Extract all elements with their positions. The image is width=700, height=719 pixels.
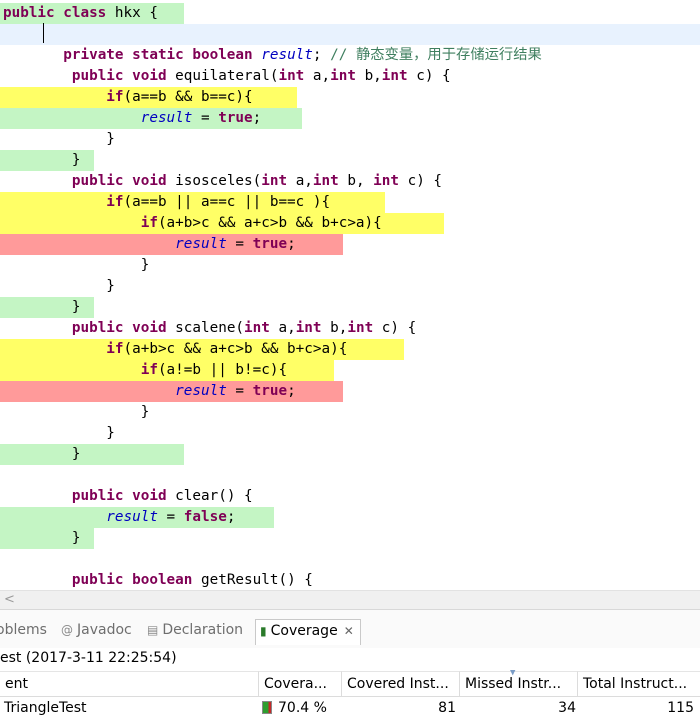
- row-element-name: TriangleTest: [4, 700, 87, 716]
- code-line[interactable]: public boolean getResult() {: [0, 570, 700, 590]
- column-header-element[interactable]: ent: [0, 671, 259, 697]
- coverage-session-label: est (2017-3-11 22:25:54): [0, 650, 177, 666]
- code-editor[interactable]: public class hkx { private static boolea…: [0, 0, 700, 590]
- code-line[interactable]: result = true;: [0, 381, 700, 402]
- code-text: if(a!=b || b!=c){: [140, 362, 288, 378]
- code-line[interactable]: private static boolean result; // 静态变量，用…: [0, 45, 700, 66]
- coverage-icon: ▮: [260, 624, 267, 638]
- coverage-table: ent Covera... Covered Inst... Missed Ins…: [0, 668, 700, 719]
- code-text: result = true;: [175, 236, 296, 252]
- row-missed-instructions: 34: [558, 700, 576, 716]
- tab-javadoc-label: Javadoc: [77, 622, 132, 638]
- javadoc-icon: @: [61, 623, 73, 637]
- code-text: }: [71, 530, 81, 546]
- code-text: if(a==b || a==c || b==c ){: [106, 194, 331, 210]
- code-text: }: [106, 131, 115, 147]
- tab-coverage[interactable]: ▮ Coverage ✕: [255, 619, 361, 645]
- row-coverage-value: 70.4 %: [278, 700, 327, 716]
- text-cursor: [43, 23, 44, 43]
- code-text: public boolean getResult() {: [71, 572, 313, 588]
- code-text: if(a+b>c && a+c>b && b+c>a){: [140, 215, 382, 231]
- code-line[interactable]: if(a==b && b==c){: [0, 87, 700, 108]
- code-line[interactable]: result = false;: [0, 507, 700, 528]
- code-line[interactable]: public void equilateral(int a,int b,int …: [0, 66, 700, 87]
- column-header-coverage[interactable]: Covera...: [259, 671, 342, 697]
- code-text: private static boolean result; // 静态变量，用…: [63, 47, 542, 63]
- tab-problems[interactable]: oblems: [0, 622, 47, 644]
- code-text: public void clear() {: [71, 488, 253, 504]
- code-line[interactable]: }: [0, 402, 700, 423]
- code-text: result = true;: [140, 110, 262, 126]
- code-text: }: [140, 257, 150, 273]
- code-line[interactable]: }: [0, 255, 700, 276]
- code-line[interactable]: if(a!=b || b!=c){: [0, 360, 700, 381]
- code-line[interactable]: }: [0, 444, 700, 465]
- tab-declaration-label: Declaration: [162, 622, 244, 638]
- code-line[interactable]: public void scalene(int a,int b,int c) {: [0, 318, 700, 339]
- sort-indicator-icon: ▼: [510, 668, 516, 678]
- code-text: public void equilateral(int a,int b,int …: [71, 68, 451, 84]
- view-tab-bar: oblems @ Javadoc ▤ Declaration ▮ Coverage ✕: [0, 609, 700, 648]
- close-icon[interactable]: ✕: [344, 624, 354, 638]
- code-line[interactable]: }: [0, 129, 700, 150]
- code-line[interactable]: result = true;: [0, 234, 700, 255]
- code-line[interactable]: [0, 549, 700, 570]
- code-text: result = true;: [175, 383, 296, 399]
- declaration-icon: ▤: [147, 623, 159, 637]
- code-text: }: [71, 299, 81, 315]
- code-line[interactable]: public void isosceles(int a,int b, int c…: [0, 171, 700, 192]
- tab-coverage-label: Coverage: [270, 623, 338, 639]
- code-line[interactable]: if(a+b>c && a+c>b && b+c>a){: [0, 213, 700, 234]
- tab-javadoc[interactable]: @ Javadoc: [61, 622, 132, 644]
- code-text: if(a+b>c && a+c>b && b+c>a){: [106, 341, 348, 357]
- code-text: public class hkx {: [3, 5, 158, 21]
- code-line[interactable]: public void clear() {: [0, 486, 700, 507]
- horizontal-scrollbar[interactable]: <: [0, 590, 700, 609]
- code-line[interactable]: result = true;: [0, 108, 700, 129]
- code-line[interactable]: }: [0, 276, 700, 297]
- code-line[interactable]: if(a==b || a==c || b==c ){: [0, 192, 700, 213]
- code-line[interactable]: [0, 465, 700, 486]
- column-header-missed-instructions[interactable]: Missed Instr...: [460, 671, 578, 697]
- code-line[interactable]: public class hkx {: [0, 3, 700, 24]
- code-text: if(a==b && b==c){: [106, 89, 253, 105]
- column-header-total-instructions[interactable]: Total Instruct...: [578, 671, 700, 697]
- code-line[interactable]: [0, 24, 700, 45]
- scroll-left-arrow-icon[interactable]: <: [4, 592, 15, 607]
- code-line[interactable]: }: [0, 150, 700, 171]
- code-line[interactable]: }: [0, 297, 700, 318]
- row-total-instructions: 115: [667, 700, 694, 716]
- code-text: public void scalene(int a,int b,int c) {: [71, 320, 417, 336]
- column-header-covered-instructions[interactable]: Covered Inst...: [342, 671, 460, 697]
- code-text: }: [71, 446, 81, 462]
- coverage-bar-icon: [262, 701, 272, 714]
- tab-problems-label: oblems: [0, 622, 47, 638]
- code-line[interactable]: }: [0, 423, 700, 444]
- code-text: }: [106, 278, 115, 294]
- row-coverage-cell: 70.4 %: [262, 698, 340, 719]
- code-line[interactable]: }: [0, 528, 700, 549]
- code-text: }: [140, 404, 150, 420]
- code-text: }: [71, 152, 81, 168]
- code-line[interactable]: if(a+b>c && a+c>b && b+c>a){: [0, 339, 700, 360]
- coverage-highlight: [0, 24, 700, 45]
- code-text: }: [106, 425, 115, 441]
- tab-declaration[interactable]: ▤ Declaration: [147, 622, 243, 644]
- row-covered-instructions: 81: [438, 700, 456, 716]
- code-text: result = false;: [106, 509, 236, 525]
- code-text: public void isosceles(int a,int b, int c…: [71, 173, 443, 189]
